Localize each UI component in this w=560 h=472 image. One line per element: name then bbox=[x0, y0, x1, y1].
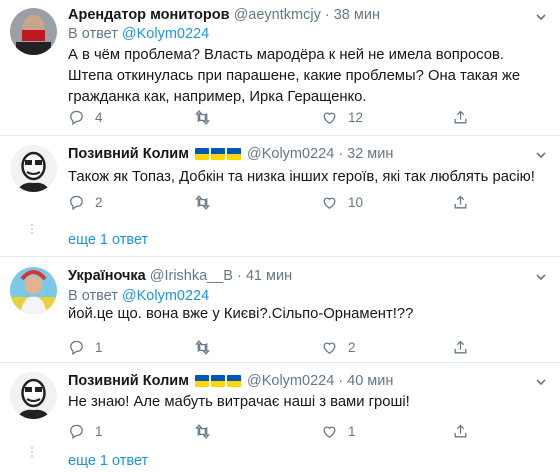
reply-icon bbox=[70, 110, 83, 125]
heart-icon bbox=[323, 426, 336, 438]
like-button[interactable]: 12 bbox=[321, 107, 363, 127]
thread-dots bbox=[26, 447, 38, 459]
reply-prefix: В ответ bbox=[68, 288, 118, 304]
tweet[interactable]: Позивний Колим @Kolym0224 · 40 мин Не зн… bbox=[0, 363, 560, 472]
like-count: 1 bbox=[348, 423, 356, 439]
avatar[interactable] bbox=[10, 8, 57, 55]
avatar[interactable] bbox=[10, 372, 57, 419]
chevron-down-icon[interactable] bbox=[536, 272, 546, 282]
retweet-button[interactable] bbox=[194, 337, 221, 357]
tweet-text: Не знаю! Але мабуть витрачає наші з вами… bbox=[68, 394, 410, 410]
reply-context: В ответ @Kolym0224 bbox=[68, 288, 209, 304]
avatar[interactable] bbox=[10, 267, 57, 314]
reply-context: В ответ @Kolym0224 bbox=[68, 26, 209, 42]
chevron-down-icon[interactable] bbox=[536, 150, 546, 160]
reply-count: 2 bbox=[95, 194, 103, 210]
share-button[interactable] bbox=[452, 192, 469, 212]
tweet-text: А в чём проблема? Власть мародёра к ней … bbox=[68, 47, 521, 105]
chevron-down-icon[interactable] bbox=[536, 12, 546, 22]
share-icon bbox=[454, 110, 467, 123]
tweet-actions: 1 1 bbox=[68, 421, 488, 441]
display-name[interactable]: Позивний Колим bbox=[68, 146, 189, 162]
retweet-button[interactable] bbox=[194, 107, 221, 127]
like-count: 2 bbox=[348, 339, 356, 355]
tweet-actions: 4 12 bbox=[68, 107, 488, 127]
retweet-icon bbox=[195, 109, 210, 125]
share-button[interactable] bbox=[452, 421, 469, 441]
reply-icon bbox=[70, 424, 83, 439]
reply-to-link[interactable]: @Kolym0224 bbox=[122, 288, 209, 304]
tweet[interactable]: Позивний Колим @Kolym0224 · 32 мин Також… bbox=[0, 136, 560, 256]
display-name[interactable]: Україночка bbox=[68, 268, 146, 284]
like-button[interactable]: 1 bbox=[321, 421, 356, 441]
reply-button[interactable]: 2 bbox=[68, 192, 103, 212]
share-icon bbox=[454, 424, 467, 437]
like-button[interactable]: 2 bbox=[321, 337, 356, 357]
ukraine-flag-icon bbox=[194, 375, 243, 391]
tweet-actions: 2 10 bbox=[68, 192, 488, 212]
like-count: 10 bbox=[348, 194, 364, 210]
heart-icon bbox=[323, 342, 336, 354]
reply-count: 1 bbox=[95, 339, 103, 355]
display-name[interactable]: Позивний Колим bbox=[68, 373, 189, 389]
reply-icon bbox=[70, 340, 83, 355]
reply-to-link[interactable]: @Kolym0224 bbox=[122, 26, 209, 42]
avatar[interactable] bbox=[10, 145, 57, 192]
reply-count: 4 bbox=[95, 109, 103, 125]
user-handle[interactable]: @Kolym0224 bbox=[247, 373, 334, 389]
timestamp[interactable]: · 38 мин bbox=[325, 7, 380, 23]
tweet-actions: 1 2 bbox=[68, 337, 488, 357]
like-button[interactable]: 10 bbox=[321, 192, 363, 212]
reply-prefix: В ответ bbox=[68, 26, 118, 42]
retweet-icon bbox=[195, 194, 210, 210]
retweet-button[interactable] bbox=[194, 421, 221, 441]
user-handle[interactable]: @aeyntkmcjy bbox=[234, 7, 321, 23]
share-button[interactable] bbox=[452, 107, 469, 127]
reply-icon bbox=[70, 195, 83, 210]
retweet-button[interactable] bbox=[194, 192, 221, 212]
retweet-icon bbox=[195, 423, 210, 439]
tweet[interactable]: Арендатор мониторов @aeyntkmcjy · 38 мин… bbox=[0, 0, 560, 132]
tweet-text: йой.це що. вона вже у Києві?.Сільпо-Орна… bbox=[68, 306, 414, 322]
retweet-icon bbox=[195, 339, 210, 355]
show-more-replies-link[interactable]: еще 1 ответ bbox=[68, 232, 148, 248]
heart-icon bbox=[323, 112, 336, 124]
reply-button[interactable]: 1 bbox=[68, 337, 103, 357]
user-handle[interactable]: @Irishka__B bbox=[150, 268, 233, 284]
user-handle[interactable]: @Kolym0224 bbox=[247, 146, 334, 162]
heart-icon bbox=[323, 197, 336, 209]
tweet-text: Також як Топаз, Добкін та низка інших ге… bbox=[68, 169, 535, 185]
chevron-down-icon[interactable] bbox=[536, 377, 546, 387]
tweet[interactable]: Україночка @Irishka__B · 41 мин В ответ … bbox=[0, 257, 560, 357]
ukraine-flag-icon bbox=[194, 148, 243, 164]
show-more-replies-link[interactable]: еще 1 ответ bbox=[68, 453, 148, 469]
share-icon bbox=[454, 195, 467, 208]
timestamp[interactable]: · 40 мин bbox=[338, 373, 393, 389]
reply-count: 1 bbox=[95, 423, 103, 439]
display-name[interactable]: Арендатор мониторов bbox=[68, 7, 230, 23]
like-count: 12 bbox=[348, 109, 364, 125]
timestamp[interactable]: · 41 мин bbox=[237, 268, 292, 284]
reply-button[interactable]: 1 bbox=[68, 421, 103, 441]
share-button[interactable] bbox=[452, 337, 469, 357]
share-icon bbox=[454, 340, 467, 353]
reply-button[interactable]: 4 bbox=[68, 107, 103, 127]
thread-dots bbox=[26, 224, 38, 236]
timestamp[interactable]: · 32 мин bbox=[338, 146, 393, 162]
